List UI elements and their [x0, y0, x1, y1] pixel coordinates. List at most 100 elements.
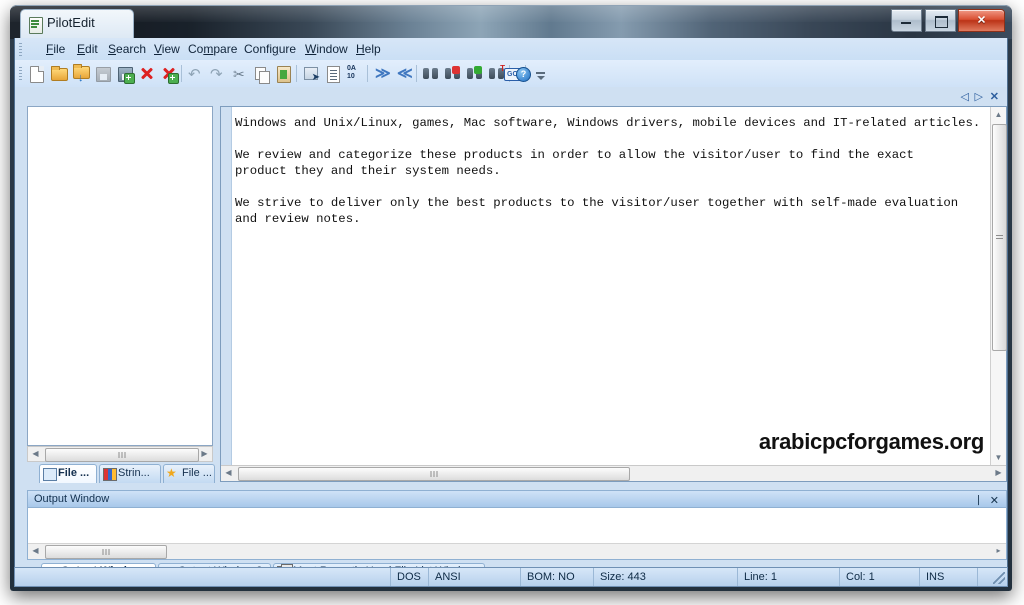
maximize-button[interactable]: [924, 9, 956, 32]
find-previous-button[interactable]: [442, 63, 463, 84]
left-pane-scroll-right-arrow[interactable]: ▶: [197, 447, 212, 461]
left-dock-pane: ◀ ▶ File ... Strin... ★ File ...: [27, 106, 215, 483]
prev-group-icon: ≪: [397, 65, 413, 82]
title-bar[interactable]: PilotEdit ✕: [10, 5, 1012, 40]
paste-button[interactable]: [273, 63, 294, 84]
left-tab-favorites[interactable]: ★ File ...: [163, 464, 215, 483]
left-tab-file-tree[interactable]: File ...: [39, 464, 97, 483]
editor-vscroll-thumb[interactable]: [992, 124, 1007, 351]
tab-next-button[interactable]: ▷: [975, 90, 983, 103]
editor-hscroll-thumb[interactable]: [238, 467, 630, 481]
close-button[interactable]: ✕: [958, 9, 1005, 32]
menu-compare[interactable]: Compare: [183, 41, 242, 57]
help-button[interactable]: ?: [512, 63, 533, 84]
tab-prev-button[interactable]: ◁: [961, 90, 969, 103]
left-tab-favorites-label: File ...: [182, 467, 212, 479]
editor-scroll-right-arrow[interactable]: ▶: [991, 466, 1006, 480]
redo-icon: ↷: [210, 66, 223, 83]
editor-hscrollbar[interactable]: ◀ ▶: [221, 465, 1006, 481]
left-pane-hscrollbar[interactable]: ◀ ▶: [27, 446, 213, 462]
menu-configure[interactable]: Configure: [239, 41, 301, 57]
file-tree-list[interactable]: [27, 106, 213, 446]
hex-mode-button[interactable]: 0A 10: [344, 63, 365, 84]
undo-button[interactable]: ↶: [185, 63, 206, 84]
status-message: [15, 568, 390, 586]
status-bar: DOS ANSI BOM: NO Size: 443 Line: 1 Col: …: [14, 567, 1008, 587]
select-button[interactable]: ➤: [300, 63, 321, 84]
editor-vscrollbar[interactable]: ▲ ▼: [990, 107, 1007, 465]
save-button[interactable]: [92, 63, 113, 84]
toolbar-overflow-button[interactable]: [533, 63, 545, 84]
menu-view[interactable]: View: [149, 41, 185, 57]
copy-button[interactable]: [251, 63, 272, 84]
tab-close-button[interactable]: ✕: [990, 90, 999, 103]
document-icon: [29, 17, 43, 34]
new-file-button[interactable]: [26, 63, 47, 84]
menu-search[interactable]: Search: [103, 41, 151, 57]
menu-edit[interactable]: Edit: [72, 41, 103, 57]
find-next-button[interactable]: [464, 63, 485, 84]
menu-grip-handle[interactable]: [19, 43, 22, 56]
line-properties-button[interactable]: [322, 63, 343, 84]
left-tab-string-list[interactable]: Strin...: [99, 464, 161, 483]
output-window-caption: Output Window 丨 ✕: [27, 490, 1007, 508]
resize-grip[interactable]: [993, 572, 1005, 584]
menu-file[interactable]: File: [41, 41, 70, 57]
close-file-button[interactable]: [136, 63, 157, 84]
desktop-background: PilotEdit ✕ File Edit Search View Compar…: [0, 0, 1024, 605]
favorite-star-icon: ★: [166, 466, 177, 480]
prev-group-button[interactable]: ≪: [393, 63, 414, 84]
menu-window[interactable]: Window: [300, 41, 353, 57]
window-controls: ✕: [891, 9, 1005, 32]
redo-button[interactable]: ↷: [207, 63, 228, 84]
output-window-content[interactable]: ◀ ▸: [27, 508, 1007, 560]
menu-bar: File Edit Search View Compare Configure …: [15, 38, 1007, 61]
close-all-files-button[interactable]: [158, 63, 179, 84]
new-file-icon: [26, 63, 47, 84]
pin-button[interactable]: 丨: [973, 493, 984, 509]
output-close-button[interactable]: ✕: [990, 493, 999, 509]
editor-text-content[interactable]: Windows and Unix/Linux, games, Mac softw…: [235, 115, 984, 461]
toolbar-separator-3: [367, 65, 368, 82]
cut-button[interactable]: ✂: [229, 63, 250, 84]
output-scroll-right-arrow[interactable]: ▸: [991, 544, 1006, 558]
menu-help[interactable]: Help: [351, 41, 386, 57]
minimize-button[interactable]: [891, 9, 923, 32]
output-hscrollbar[interactable]: ◀ ▸: [28, 543, 1006, 559]
cut-icon: ✂: [233, 66, 245, 82]
open-file-button[interactable]: [48, 63, 69, 84]
save-as-icon: [114, 63, 135, 84]
status-insert-mode[interactable]: INS: [919, 568, 977, 586]
output-scroll-left-arrow[interactable]: ◀: [28, 544, 43, 558]
status-encoding[interactable]: ANSI: [428, 568, 520, 586]
editor-scroll-up-arrow[interactable]: ▲: [991, 107, 1006, 122]
close-all-files-icon: [158, 63, 179, 84]
find-button[interactable]: [420, 63, 441, 84]
window-title: PilotEdit: [47, 15, 95, 30]
left-tab-file-tree-label: File ...: [58, 467, 90, 479]
open-ftp-button[interactable]: ↓: [70, 63, 91, 84]
save-as-button[interactable]: [114, 63, 135, 84]
find-next-icon: [464, 63, 485, 84]
undo-icon: ↶: [188, 66, 201, 83]
output-hscroll-thumb[interactable]: [45, 545, 167, 559]
editor-scroll-down-arrow[interactable]: ▼: [991, 450, 1006, 465]
toolbar-grip-handle[interactable]: [19, 67, 22, 80]
editor-pane: Windows and Unix/Linux, games, Mac softw…: [220, 106, 1007, 482]
save-icon: [92, 63, 113, 84]
close-file-icon: [136, 63, 157, 84]
editor-scroll-left-arrow[interactable]: ◀: [221, 466, 236, 480]
open-ftp-icon: ↓: [70, 63, 91, 84]
status-bom[interactable]: BOM: NO: [520, 568, 593, 586]
next-group-button[interactable]: ≫: [371, 63, 392, 84]
string-chart-icon: [103, 468, 117, 481]
hex-mode-icon: 0A 10: [344, 63, 365, 84]
line-properties-icon: [322, 63, 343, 84]
left-pane-scroll-left-arrow[interactable]: ◀: [28, 447, 43, 461]
copy-icon: [251, 63, 272, 84]
left-pane-scroll-thumb[interactable]: [45, 448, 199, 462]
left-pane-tabs: File ... Strin... ★ File ...: [27, 464, 215, 483]
paste-icon: [273, 63, 294, 84]
open-file-icon: [48, 63, 69, 84]
status-line-ending[interactable]: DOS: [390, 568, 428, 586]
